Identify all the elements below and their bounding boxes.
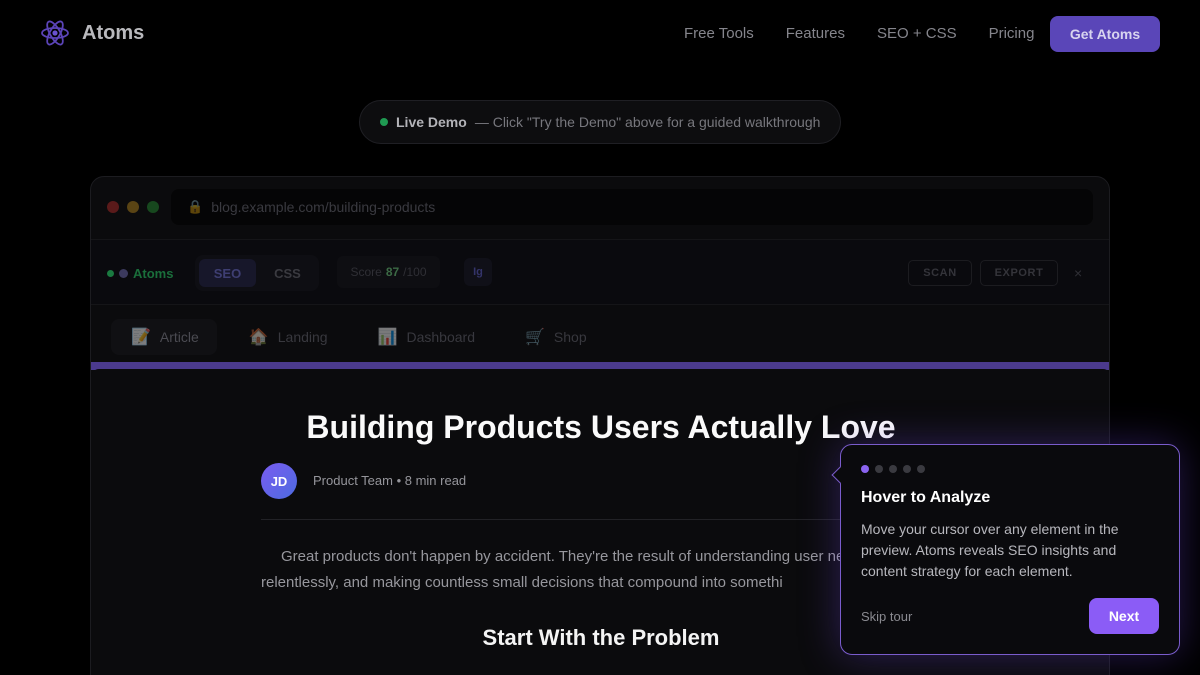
lock-icon: 🔒 [187,199,204,214]
tour-title: Hover to Analyze [861,489,991,506]
mode-seo-button[interactable]: SEO [199,259,256,287]
tour-popover: Hover to Analyze Move your cursor over a… [831,444,1180,655]
nav-links: Free Tools Features SEO + CSS Pricing [684,25,1034,42]
step-dot [875,465,883,473]
memo-icon: 📝 [131,329,151,346]
step-dot [889,465,897,473]
article-paragraph[interactable]: Great products don't happen by accident.… [261,544,941,598]
ig-button[interactable]: Ig [464,258,492,286]
minimize-window-dot[interactable] [127,201,139,213]
tab-label: Shop [553,329,587,345]
export-button[interactable]: EXPORT [980,260,1058,286]
maximize-window-dot[interactable] [147,201,159,213]
scan-button[interactable]: SCAN [908,260,972,286]
tab-dashboard[interactable]: 📊 Dashboard [358,319,493,355]
top-nav: Atoms Free Tools Features SEO + CSS Pric… [0,0,1200,68]
tab-label: Dashboard [406,329,476,345]
atom-dot-icon [119,269,128,278]
template-tabs: 📝 Article 🏠 Landing 📊 Dashboard 🛒 Shop [111,319,605,355]
toolbar-brand: Atoms [107,266,173,281]
get-atoms-button[interactable]: Get Atoms [1050,16,1160,52]
tour-body: Move your cursor over any element in the… [861,521,1119,579]
score-value: 87 [385,265,400,279]
tab-label: Article [159,329,199,345]
close-window-dot[interactable] [107,201,119,213]
tab-label: Landing [277,329,328,345]
cart-icon: 🛒 [525,329,545,346]
score-label: Score [350,265,382,279]
step-dot [861,465,869,473]
article-byline: Product Team • 8 min read [313,473,467,488]
article-title[interactable]: Building Products Users Actually Love [91,409,1109,446]
brand-logo[interactable]: Atoms [40,18,144,48]
tab-shop[interactable]: 🛒 Shop [505,319,605,355]
chart-icon: 📊 [377,329,398,346]
score-max: /100 [403,265,427,279]
score-badge: Score 87 /100 [337,256,440,288]
live-demo-label: Live Demo [396,114,467,130]
status-dot [107,270,114,277]
live-demo-hint: — Click "Try the Demo" above for a guide… [474,114,821,130]
step-dot [903,465,911,473]
mode-css-button[interactable]: CSS [260,259,315,287]
avatar: JD [261,463,297,499]
nav-link-free-tools[interactable]: Free Tools [684,25,754,42]
brand-name: Atoms [82,21,145,44]
nav-link-pricing[interactable]: Pricing [989,25,1035,42]
address-bar[interactable]: 🔒 blog.example.com/building-products [171,189,1093,225]
skip-tour-link[interactable]: Skip tour [861,609,912,624]
url-text: blog.example.com/building-products [211,199,436,215]
atom-icon [41,20,69,46]
tour-progress [861,465,925,473]
toolbar-brand-label: Atoms [133,266,174,281]
atoms-toolbar: Atoms SEO CSS Score 87 /100 Ig SCAN EXPO… [91,239,1109,305]
tab-landing[interactable]: 🏠 Landing [229,319,346,355]
nav-link-features[interactable]: Features [786,25,845,42]
close-toolbar-icon[interactable]: × [1074,265,1082,281]
nav-link-seo-css[interactable]: SEO + CSS [877,25,957,42]
divider [261,519,941,520]
mode-toggle: SEO CSS [195,255,319,291]
live-demo-banner: Live Demo — Click "Try the Demo" above f… [359,100,841,144]
tab-article[interactable]: 📝 Article [111,319,217,355]
step-dot [917,465,925,473]
next-button[interactable]: Next [1089,598,1159,634]
live-status-dot [380,118,388,126]
house-icon: 🏠 [248,329,269,346]
